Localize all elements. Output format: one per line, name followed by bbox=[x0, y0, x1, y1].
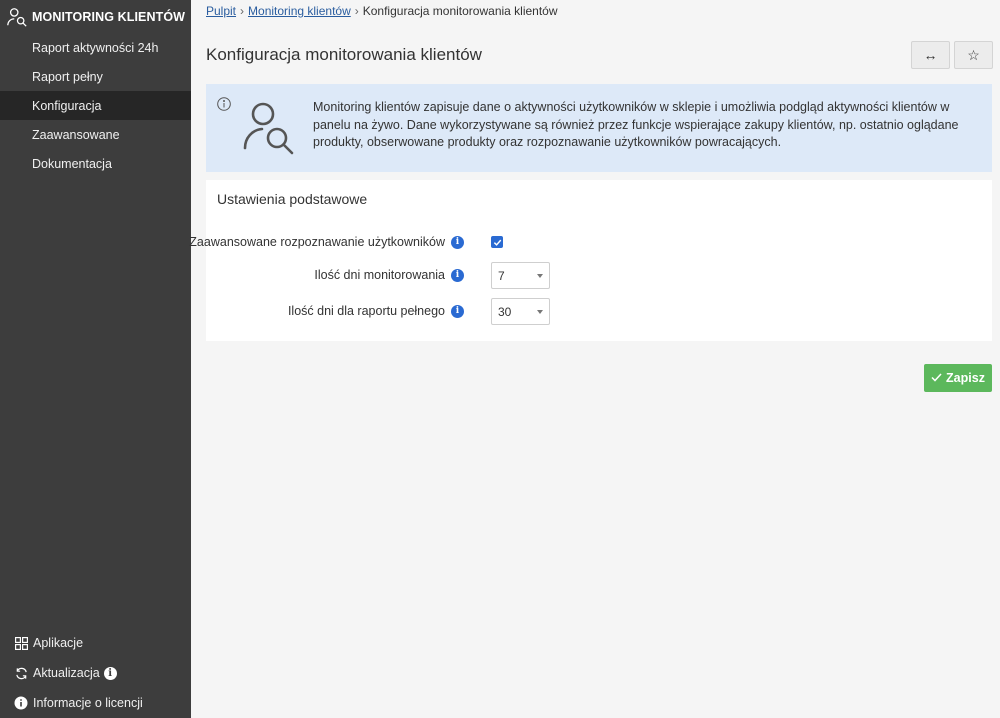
monitor-days-label: Ilość dni monitorowania i bbox=[314, 268, 464, 282]
star-icon: ☆ bbox=[967, 46, 980, 63]
monitor-days-value: 7 bbox=[498, 268, 505, 283]
help-icon[interactable]: i bbox=[451, 304, 464, 318]
info-box: Monitoring klientów zapisuje dane o akty… bbox=[206, 84, 992, 172]
sidebar-nav: Raport aktywności 24h Raport pełny Konfi… bbox=[0, 33, 191, 178]
sidebar: MONITORING KLIENTÓW Raport aktywności 24… bbox=[0, 0, 191, 718]
save-button-label: Zapisz bbox=[946, 371, 985, 385]
dropdown-arrow-icon bbox=[537, 274, 543, 278]
breadcrumb-separator: › bbox=[354, 4, 359, 18]
help-icon[interactable]: i bbox=[451, 235, 464, 249]
check-icon bbox=[493, 239, 501, 246]
settings-title: Ustawienia podstawowe bbox=[217, 191, 368, 207]
expand-icon: ↔ bbox=[923, 47, 938, 63]
breadcrumb-dashboard[interactable]: Pulpit bbox=[206, 4, 236, 18]
breadcrumb-monitoring[interactable]: Monitoring klientów bbox=[248, 4, 351, 18]
advanced-recognition-label: Zaawansowane rozpoznawanie użytkowników … bbox=[189, 235, 464, 249]
monitor-days-select[interactable]: 7 bbox=[491, 262, 550, 289]
dropdown-arrow-icon bbox=[537, 310, 543, 314]
sidebar-bottom: Aplikacje Aktualizacja i Informacje o li… bbox=[0, 628, 191, 718]
check-icon bbox=[931, 371, 942, 385]
sidebar-update[interactable]: Aktualizacja i bbox=[0, 658, 191, 688]
breadcrumb-current: Konfiguracja monitorowania klientów bbox=[362, 4, 558, 18]
breadcrumb: Pulpit › Monitoring klientów › Konfiguracja … bbox=[206, 4, 558, 18]
report-days-label-text: Ilość dni dla raportu pełnego bbox=[287, 304, 445, 318]
report-days-value: 30 bbox=[498, 304, 512, 319]
sidebar-header[interactable]: MONITORING KLIENTÓW bbox=[0, 0, 191, 33]
report-days-label: Ilość dni dla raportu pełnego i bbox=[288, 304, 464, 318]
advanced-recognition-label-text: Zaawansowane rozpoznawanie użytkowników bbox=[189, 235, 445, 249]
info-icon bbox=[14, 696, 28, 710]
sidebar-item-documentation[interactable]: Dokumentacja bbox=[0, 149, 191, 178]
sidebar-license[interactable]: Informacje o licencji bbox=[0, 688, 191, 718]
sidebar-license-label: Informacje o licencji bbox=[33, 696, 143, 710]
monitor-days-label-text: Ilość dni monitorowania bbox=[314, 268, 445, 282]
update-info-icon[interactable]: i bbox=[103, 666, 117, 680]
info-circle-icon bbox=[217, 97, 231, 111]
app-title: MONITORING KLIENTÓW bbox=[32, 9, 186, 24]
refresh-icon bbox=[14, 666, 28, 680]
form-row-monitor-days: Ilość dni monitorowania i 7 bbox=[206, 262, 992, 289]
favorite-button[interactable]: ☆ bbox=[954, 41, 993, 69]
sidebar-apps[interactable]: Aplikacje bbox=[0, 628, 191, 658]
main-content: Pulpit › Monitoring klientów › Konfiguracja … bbox=[189, 0, 1000, 718]
form-row-report-days: Ilość dni dla raportu pełnego i 30 bbox=[206, 298, 992, 325]
form-row-advanced-recognition: Zaawansowane rozpoznawanie użytkowników … bbox=[189, 234, 992, 250]
expand-button[interactable]: ↔ bbox=[911, 41, 950, 69]
breadcrumb-separator: › bbox=[240, 4, 245, 18]
sidebar-item-configuration[interactable]: Konfiguracja bbox=[0, 91, 191, 120]
sidebar-item-advanced[interactable]: Zaawansowane bbox=[0, 120, 191, 149]
help-icon[interactable]: i bbox=[451, 268, 464, 282]
user-search-icon bbox=[7, 7, 27, 27]
user-search-icon bbox=[243, 102, 294, 155]
save-button[interactable]: Zapisz bbox=[924, 364, 992, 392]
report-days-select[interactable]: 30 bbox=[491, 298, 550, 325]
advanced-recognition-checkbox[interactable] bbox=[491, 236, 503, 248]
sidebar-apps-label: Aplikacje bbox=[33, 636, 84, 650]
sidebar-item-full-report[interactable]: Raport pełny bbox=[0, 62, 191, 91]
grid-icon bbox=[14, 636, 28, 650]
info-text: Monitoring klientów zapisuje dane o akty… bbox=[313, 100, 959, 149]
page-title: Konfiguracja monitorowania klientów bbox=[206, 45, 482, 64]
settings-panel: Ustawienia podstawowe Zaawansowane rozpo… bbox=[189, 180, 992, 341]
sidebar-update-label: Aktualizacja bbox=[33, 666, 100, 680]
sidebar-item-activity-report[interactable]: Raport aktywności 24h bbox=[0, 33, 191, 62]
